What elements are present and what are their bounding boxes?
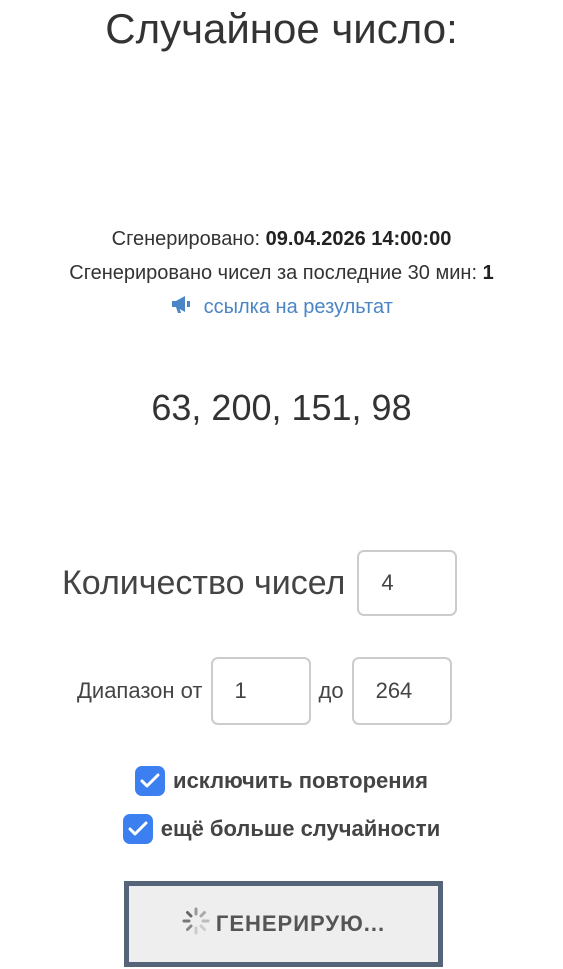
quantity-input[interactable]: 4 [357, 550, 458, 616]
more-random-label[interactable]: ещё больше случайности [161, 816, 440, 842]
generate-button-label: ГЕНЕРИРУЮ... [215, 911, 386, 936]
quantity-label: Количество чисел [62, 563, 346, 602]
range-to-label: до [318, 678, 344, 703]
checkmark-icon [140, 773, 160, 788]
page-title: Случайное число: [105, 5, 458, 52]
range-row: Диапазон от 1 до 264 [77, 657, 452, 725]
generated-label: Сгенерировано: [111, 228, 261, 250]
count-label: Сгенерировано чисел за последние 30 мин: [69, 262, 478, 284]
more-random-option: ещё больше случайности [0, 811, 563, 847]
checkmark-icon [128, 821, 148, 836]
count-value: 1 [482, 262, 494, 284]
result-numbers: 63, 200, 151, 98 [151, 387, 412, 428]
generate-button[interactable]: ГЕНЕРИРУЮ... [124, 881, 443, 967]
spinner-icon [182, 907, 210, 941]
generated-timestamp: Сгенерировано: 09.04.2026 14:00:00 [0, 225, 563, 253]
quantity-row: Количество чисел 4 [62, 550, 458, 616]
exclude-repeats-label[interactable]: исключить повторения [173, 768, 428, 794]
exclude-repeats-option: исключить повторения [0, 763, 563, 799]
generated-value: 09.04.2026 14:00:00 [265, 228, 452, 250]
exclude-repeats-checkbox[interactable] [135, 766, 166, 796]
megaphone-icon [170, 294, 194, 322]
range-from-input[interactable]: 1 [210, 657, 311, 725]
result-link[interactable]: ссылка на результат [0, 293, 563, 322]
result-link-label: ссылка на результат [203, 296, 393, 318]
range-from-label: Диапазон от [77, 678, 203, 703]
more-random-checkbox[interactable] [122, 814, 153, 844]
range-to-input[interactable]: 264 [351, 657, 452, 725]
generated-count: Сгенерировано чисел за последние 30 мин:… [0, 259, 563, 287]
